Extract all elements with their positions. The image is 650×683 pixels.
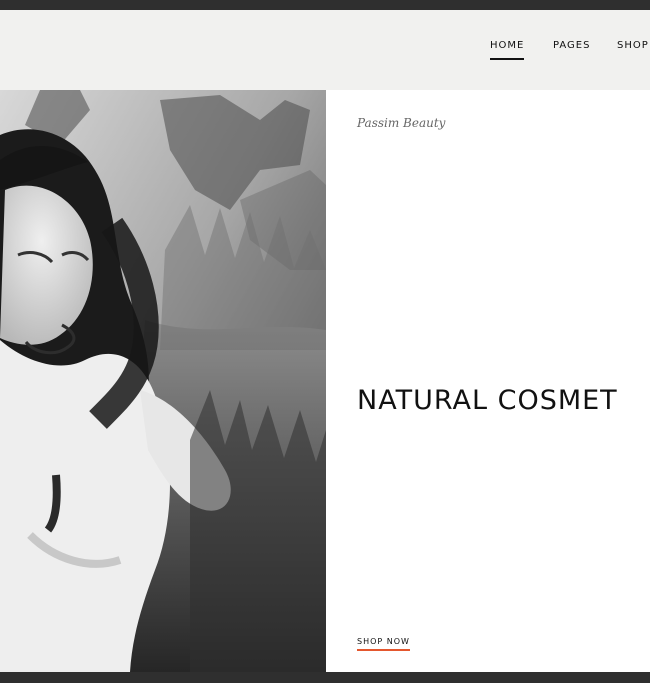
hero-photo-illustration: [0, 90, 326, 672]
nav-home[interactable]: HOME: [490, 40, 525, 60]
brand-tagline: Passim Beauty: [357, 116, 446, 130]
shop-now-link[interactable]: SHOP NOW: [357, 637, 410, 651]
hero-content: Passim Beauty NATURAL COSMET SHOP NOW: [326, 90, 650, 672]
hero-photo: [0, 90, 326, 672]
hero-headline: NATURAL COSMET: [357, 385, 618, 417]
nav-pages[interactable]: PAGES: [553, 40, 590, 51]
main-navigation: HOME PAGES SHOP: [0, 10, 650, 90]
site-header: HOME PAGES SHOP: [0, 10, 650, 90]
hero-section: Passim Beauty NATURAL COSMET SHOP NOW: [0, 90, 650, 672]
bottom-frame-bar: [0, 672, 650, 683]
nav-shop[interactable]: SHOP: [617, 40, 649, 51]
browser-frame: HOME PAGES SHOP Passim Beauty NATURAL CO…: [0, 0, 650, 683]
